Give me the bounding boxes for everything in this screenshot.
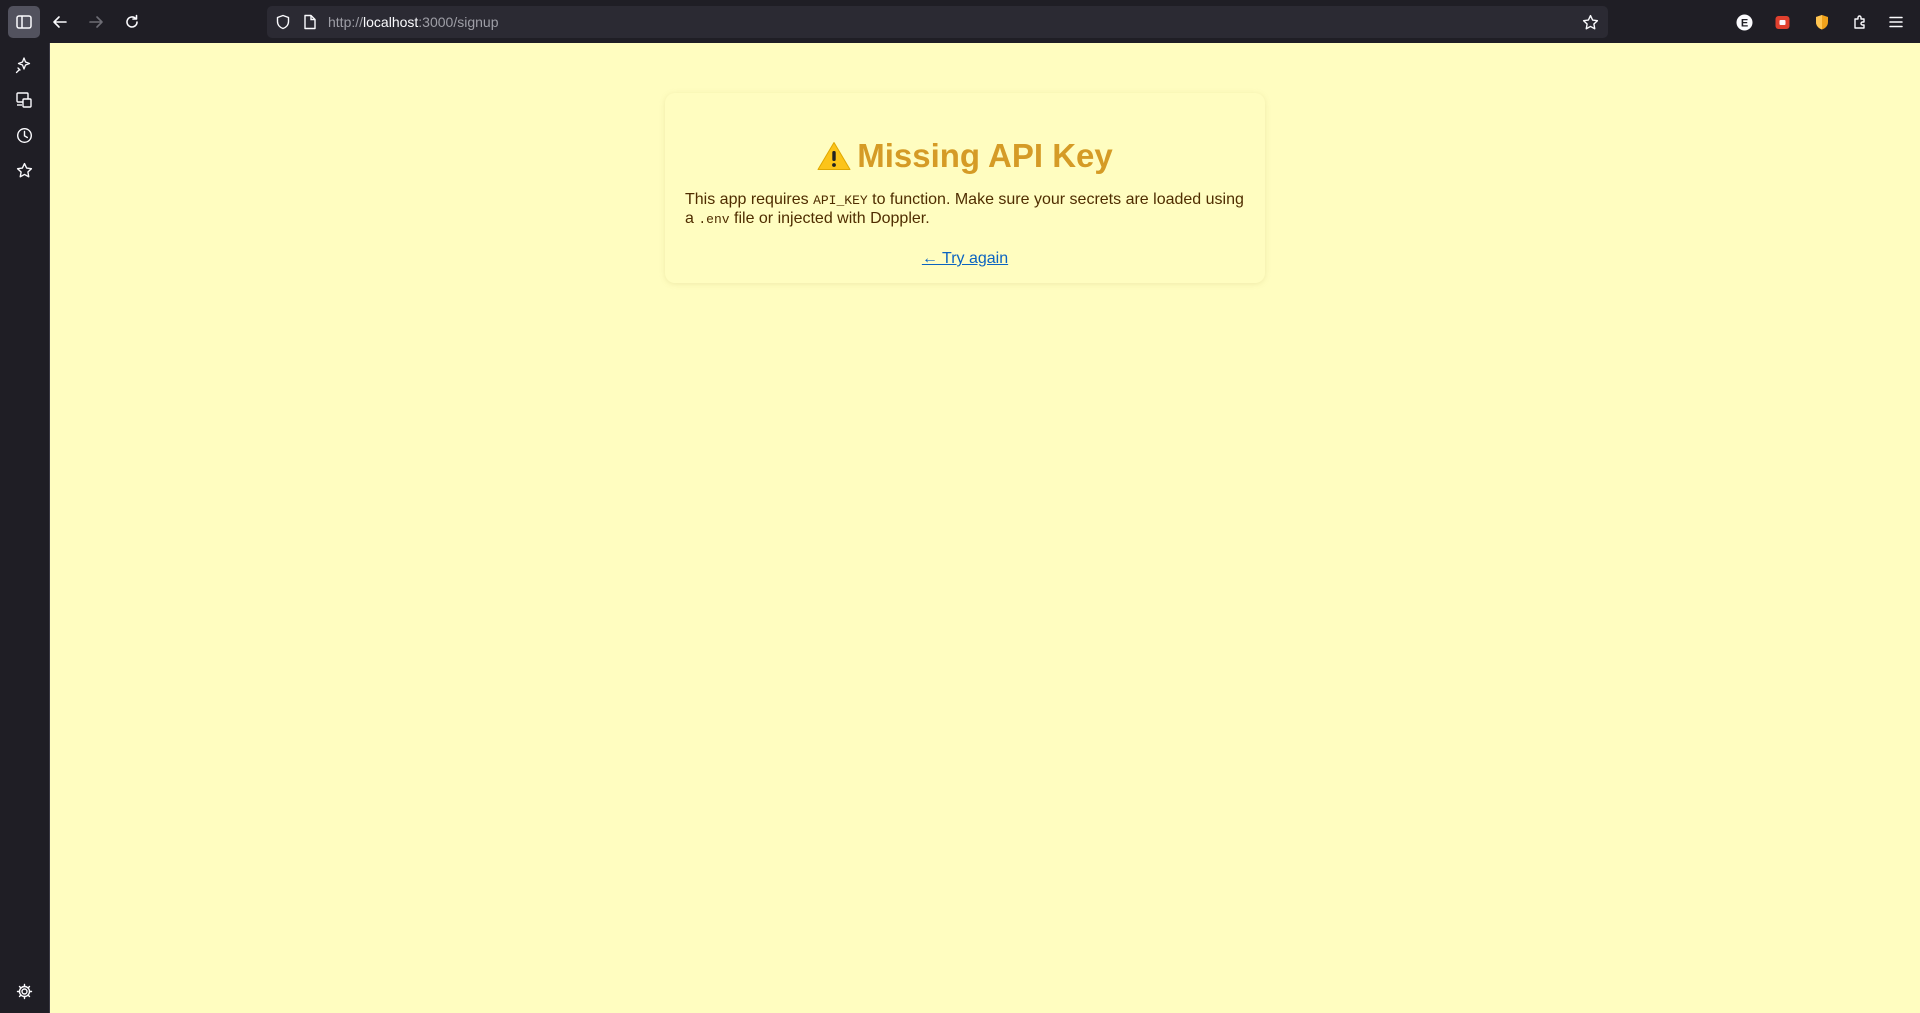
history-button[interactable] xyxy=(13,124,35,146)
bookmarks-button[interactable] xyxy=(13,159,35,181)
url-text[interactable]: http://localhost:3000/signup xyxy=(328,14,498,30)
svg-text:E: E xyxy=(1740,17,1747,29)
api-key-code: API_KEY xyxy=(813,193,868,208)
extension-red-icon xyxy=(1774,14,1791,31)
sidebar-toggle-icon xyxy=(16,15,32,29)
message-text-1: This app requires xyxy=(685,191,814,208)
settings-gear-icon xyxy=(16,983,33,1000)
bookmark-star-icon[interactable] xyxy=(1582,14,1599,31)
synced-tabs-button[interactable] xyxy=(13,89,35,111)
url-bar[interactable]: http://localhost:3000/signup xyxy=(267,6,1608,38)
menu-icon xyxy=(1889,16,1903,28)
settings-button[interactable] xyxy=(13,980,35,1002)
reload-icon xyxy=(124,14,140,30)
url-path: :3000/signup xyxy=(418,14,499,30)
ai-sparkle-icon xyxy=(15,56,33,74)
extension-e-icon: E xyxy=(1736,14,1753,31)
extensions-button[interactable] xyxy=(1844,6,1876,38)
back-button[interactable] xyxy=(44,6,76,38)
ai-chatbot-button[interactable] xyxy=(13,54,35,76)
error-message: This app requires API_KEY to function. M… xyxy=(685,191,1245,229)
extension-shield-orange-icon xyxy=(1814,14,1830,31)
synced-tabs-icon xyxy=(15,91,33,109)
forward-arrow-icon xyxy=(88,14,104,30)
error-title: Missing API Key xyxy=(685,136,1245,176)
reload-button[interactable] xyxy=(116,6,148,38)
puzzle-icon xyxy=(1852,14,1868,30)
bookmarks-star-icon xyxy=(16,162,33,179)
extension-shield-orange-button[interactable] xyxy=(1806,6,1838,38)
warning-icon xyxy=(817,141,851,171)
menu-button[interactable] xyxy=(1880,6,1912,38)
url-host: localhost xyxy=(363,14,419,30)
back-arrow-icon xyxy=(52,14,68,30)
history-clock-icon xyxy=(16,127,33,144)
shield-icon[interactable] xyxy=(275,14,291,30)
forward-button[interactable] xyxy=(80,6,112,38)
url-scheme: http:// xyxy=(328,14,364,30)
error-card: Missing API Key This app requires API_KE… xyxy=(665,93,1265,283)
try-again-link[interactable]: ← Try again xyxy=(685,250,1245,268)
extension-red-button[interactable] xyxy=(1766,6,1798,38)
page-content: Missing API Key This app requires API_KE… xyxy=(50,43,1920,1013)
env-code: .env xyxy=(698,212,730,227)
browser-toolbar: http://localhost:3000/signup E xyxy=(0,0,1920,43)
extension-e-button[interactable]: E xyxy=(1728,6,1760,38)
sidebar-toggle-button[interactable] xyxy=(8,6,40,38)
browser-sidebar xyxy=(0,43,50,1013)
error-title-text: Missing API Key xyxy=(857,137,1113,174)
page-icon[interactable] xyxy=(303,14,317,30)
message-text-3: file or injected with Doppler. xyxy=(729,210,930,227)
